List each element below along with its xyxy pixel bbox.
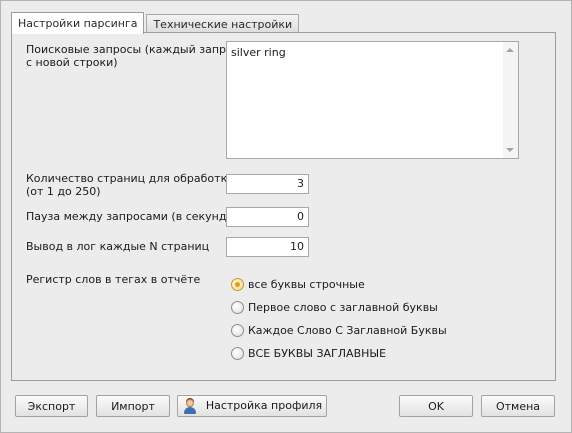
- log-every-field[interactable]: 10: [226, 237, 309, 257]
- radio-unchecked-icon: [231, 346, 244, 360]
- queries-label-line1: Поисковые запросы (каждый запрос: [26, 43, 239, 56]
- log-every-label: Вывод в лог каждые N страниц: [26, 240, 210, 253]
- pages-label-line1: Количество страниц для обработки: [26, 172, 235, 185]
- ok-button[interactable]: OK: [399, 395, 473, 417]
- user-icon: [182, 398, 198, 414]
- search-queries-textarea[interactable]: silver ring: [226, 41, 519, 159]
- tab-technical-settings[interactable]: Технические настройки: [146, 14, 300, 34]
- search-queries-text: silver ring: [231, 46, 286, 59]
- radio-each-word-capital[interactable]: Каждое Слово С Заглавной Буквы: [231, 322, 447, 338]
- import-button[interactable]: Импорт: [96, 395, 170, 417]
- profile-button-content: Настройка профиля: [178, 396, 326, 416]
- pages-label-line2: (от 1 до 250): [26, 185, 101, 198]
- pages-label: Количество страниц для обработки (от 1 д…: [26, 172, 234, 198]
- scroll-up-icon[interactable]: [506, 48, 514, 52]
- radio-uppercase[interactable]: ВСЕ БУКВЫ ЗАГЛАВНЫЕ: [231, 345, 386, 361]
- radio-checked-icon: [231, 277, 244, 291]
- radio-first-word-capital[interactable]: Первое слово с заглавной буквы: [231, 299, 438, 315]
- tab-panel: Поисковые запросы (каждый запрос с новой…: [11, 32, 556, 381]
- radio-uppercase-label: ВСЕ БУКВЫ ЗАГЛАВНЫЕ: [248, 346, 387, 360]
- pages-count-field[interactable]: 3: [226, 174, 309, 194]
- radio-each-word-capital-label: Каждое Слово С Заглавной Буквы: [248, 323, 447, 337]
- case-label: Регистр слов в тегах в отчёте: [26, 273, 201, 286]
- queries-label: Поисковые запросы (каждый запрос с новой…: [26, 43, 239, 69]
- radio-lowercase[interactable]: все буквы строчные: [231, 276, 365, 292]
- radio-unchecked-icon: [231, 300, 244, 314]
- radio-unchecked-icon: [231, 323, 244, 337]
- settings-dialog: Настройки парсинга Технические настройки…: [0, 0, 572, 433]
- pause-field[interactable]: 0: [226, 207, 309, 227]
- profile-settings-button[interactable]: Настройка профиля: [177, 395, 327, 417]
- tab-strip: Настройки парсинга Технические настройки: [11, 11, 300, 34]
- queries-label-line2: с новой строки): [26, 56, 118, 69]
- radio-first-word-capital-label: Первое слово с заглавной буквы: [248, 300, 438, 314]
- export-button[interactable]: Экспорт: [15, 395, 88, 417]
- scroll-down-icon[interactable]: [506, 148, 514, 152]
- radio-lowercase-label: все буквы строчные: [248, 277, 365, 291]
- cancel-button[interactable]: Отмена: [481, 395, 555, 417]
- textarea-scrollbar[interactable]: [503, 42, 518, 158]
- tab-parsing-settings[interactable]: Настройки парсинга: [11, 12, 145, 34]
- profile-button-label: Настройка профиля: [205, 399, 323, 412]
- pause-label: Пауза между запросами (в секундах): [26, 210, 245, 223]
